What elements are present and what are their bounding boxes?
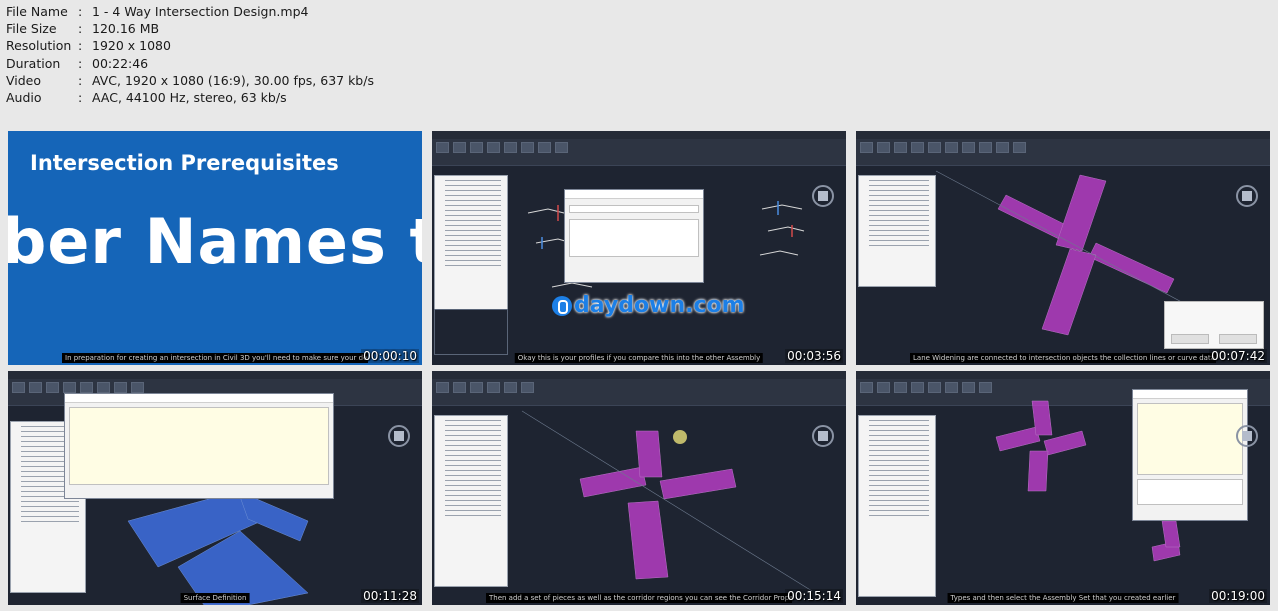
slide-title: Intersection Prerequisites <box>30 151 339 175</box>
thumbnail-5[interactable]: Then add a set of pieces as well as the … <box>432 371 846 605</box>
navigation-cube-icon[interactable] <box>1236 425 1258 447</box>
properties-dialog[interactable] <box>564 189 704 283</box>
subtitle-caption: Then add a set of pieces as well as the … <box>486 593 792 603</box>
subtitle-caption: Surface Definition <box>180 593 250 603</box>
slide-heading: ber Names to <box>8 205 422 278</box>
file-info: File Name : 1 - 4 Way Intersection Desig… <box>6 3 374 106</box>
info-row-file-size: File Size : 120.16 MB <box>6 20 374 37</box>
corridor-properties-dialog[interactable] <box>1132 389 1248 521</box>
info-label: File Size <box>6 21 57 37</box>
notification-toast[interactable] <box>1164 301 1264 349</box>
subtitle-caption: Okay this is your profiles if you compar… <box>514 353 764 363</box>
info-value: 120.16 MB <box>92 21 160 37</box>
timestamp: 00:03:56 <box>785 349 843 363</box>
watermark-text: daydown.com <box>574 293 745 318</box>
info-label: File Name <box>6 4 68 19</box>
info-separator: : <box>78 21 83 37</box>
thumbnail-6[interactable]: Types and then select the Assembly Set t… <box>856 371 1270 605</box>
info-label: Video <box>6 72 42 88</box>
timestamp: 00:19:00 <box>1209 589 1267 603</box>
timestamp: 00:07:42 <box>1209 349 1267 363</box>
watermark-logo-icon <box>552 295 572 316</box>
navigation-cube-icon[interactable] <box>1236 185 1258 207</box>
info-label: Resolution <box>6 38 72 54</box>
info-value: AVC, 1920 x 1080 (16:9), 30.00 fps, 637 … <box>92 72 374 88</box>
navigation-cube-icon[interactable] <box>388 425 410 447</box>
navigation-cube-icon[interactable] <box>812 185 834 207</box>
info-value: 00:22:46 <box>92 55 149 71</box>
subtitle-caption: Lane Widening are connected to intersect… <box>910 353 1216 363</box>
info-value: 1 - 4 Way Intersection Design.mp4 <box>92 4 309 19</box>
info-separator: : <box>78 38 83 54</box>
watermark: daydown.com <box>552 293 745 318</box>
timestamp: 00:15:14 <box>785 589 843 603</box>
thumbnail-4[interactable]: Surface Definition 00:11:28 <box>8 371 422 605</box>
info-row-video: Video : AVC, 1920 x 1080 (16:9), 30.00 f… <box>6 72 374 89</box>
info-row-resolution: Resolution : 1920 x 1080 <box>6 37 374 54</box>
info-row-file-name: File Name : 1 - 4 Way Intersection Desig… <box>6 3 374 20</box>
info-value: AAC, 44100 Hz, stereo, 63 kb/s <box>92 89 287 105</box>
timestamp: 00:11:28 <box>361 589 419 603</box>
thumbnail-2[interactable]: daydown.com Okay this is your profiles i… <box>432 131 846 365</box>
info-row-audio: Audio : AAC, 44100 Hz, stereo, 63 kb/s <box>6 89 374 106</box>
surface-definition-dialog[interactable] <box>64 393 334 499</box>
subtitle-caption: Types and then select the Assembly Set t… <box>947 593 1179 603</box>
info-label: Duration <box>6 55 61 71</box>
subtitle-caption: In preparation for creating an intersect… <box>62 353 368 363</box>
thumbnail-1[interactable]: Intersection Prerequisites ber Names to … <box>8 131 422 365</box>
thumbnail-3[interactable]: Lane Widening are connected to intersect… <box>856 131 1270 365</box>
info-separator: : <box>78 89 83 105</box>
info-label: Audio <box>6 89 42 105</box>
info-row-duration: Duration : 00:22:46 <box>6 55 374 72</box>
info-separator: : <box>78 72 83 88</box>
intersection-corridor-drawing <box>521 410 813 592</box>
timestamp: 00:00:10 <box>361 349 419 363</box>
info-value: 1920 x 1080 <box>92 38 171 54</box>
info-separator: : <box>78 4 83 19</box>
info-separator: : <box>78 55 83 71</box>
navigation-cube-icon[interactable] <box>812 425 834 447</box>
